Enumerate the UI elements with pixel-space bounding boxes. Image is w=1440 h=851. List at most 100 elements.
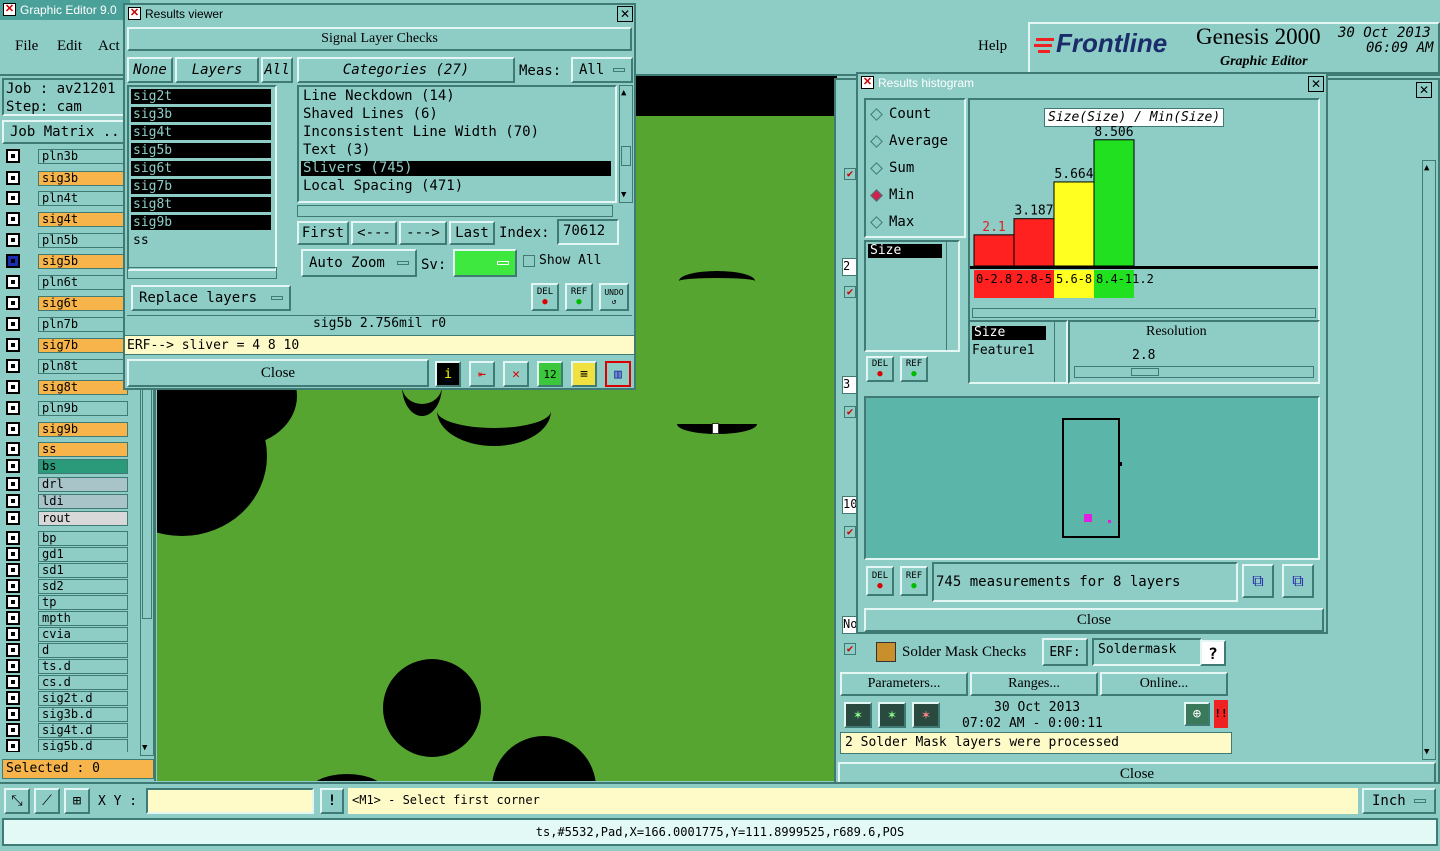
select-tool-icon[interactable]: ⤡ bbox=[4, 788, 30, 814]
layer-name[interactable]: pln5b bbox=[38, 232, 128, 248]
layer-name[interactable]: sig7b bbox=[38, 337, 128, 353]
layer-checkbox[interactable] bbox=[6, 579, 20, 593]
layer-checkbox[interactable] bbox=[6, 547, 20, 561]
category-hscroll[interactable] bbox=[297, 205, 613, 217]
layer-row[interactable]: tp bbox=[6, 594, 128, 610]
layer-row[interactable]: sig5b bbox=[6, 253, 128, 269]
layer-checkbox[interactable] bbox=[6, 643, 20, 657]
layer-checkbox[interactable] bbox=[6, 359, 20, 373]
layer-name[interactable]: pln7b bbox=[38, 316, 128, 332]
layer-row[interactable]: sig2t.d bbox=[6, 690, 128, 706]
layer-checkbox[interactable] bbox=[6, 401, 20, 415]
layer-checkbox[interactable] bbox=[6, 171, 20, 185]
layer-checkbox[interactable] bbox=[6, 191, 20, 205]
layer-row[interactable]: bs bbox=[6, 458, 128, 474]
resolution-slider[interactable] bbox=[1074, 366, 1314, 378]
layer-row[interactable]: pln7b bbox=[6, 316, 128, 332]
layer-row[interactable]: cvia bbox=[6, 626, 128, 642]
numbered-list-icon[interactable]: 12 bbox=[537, 361, 563, 387]
viewer-layer-item[interactable]: sig7b bbox=[131, 179, 271, 194]
layer-checkbox[interactable] bbox=[6, 338, 20, 352]
layer-name[interactable]: bp bbox=[38, 530, 128, 546]
layer-name[interactable]: sig3b.d bbox=[38, 706, 128, 722]
preview-ref-button[interactable]: REF ● bbox=[900, 566, 928, 596]
viewer-layer-item[interactable]: sig2t bbox=[131, 89, 271, 104]
layer-name[interactable]: sig3b bbox=[38, 170, 128, 186]
layer-name[interactable]: pln3b bbox=[38, 148, 128, 164]
category-item[interactable]: Text (3) bbox=[301, 143, 611, 158]
layer-row[interactable]: pln9b bbox=[6, 400, 128, 416]
viewer-layer-item[interactable]: sig8t bbox=[131, 197, 271, 212]
histogram-bar[interactable] bbox=[1053, 181, 1095, 267]
mode-radio-count[interactable]: Count bbox=[870, 106, 931, 122]
layer-checkbox[interactable] bbox=[6, 511, 20, 525]
report-icon[interactable]: ≡ bbox=[571, 361, 597, 387]
layer-row[interactable]: sig7b bbox=[6, 337, 128, 353]
category-vscroll[interactable]: ▲ ▼ bbox=[619, 85, 633, 203]
layer-checkbox[interactable] bbox=[6, 477, 20, 491]
layer-row[interactable]: rout bbox=[6, 510, 128, 526]
viewer-layer-item[interactable]: ss bbox=[131, 233, 271, 248]
units-dropdown[interactable]: Inch bbox=[1362, 788, 1436, 814]
layer-row[interactable]: sig4t.d bbox=[6, 722, 128, 738]
first-button[interactable]: First bbox=[297, 221, 349, 245]
report-icon[interactable]: ⧉ bbox=[1282, 564, 1314, 598]
sv-color-dropdown[interactable] bbox=[453, 249, 517, 277]
histogram-close-button[interactable]: Close bbox=[864, 608, 1324, 632]
layer-checkbox[interactable] bbox=[6, 691, 20, 705]
layer-name[interactable]: bs bbox=[38, 458, 128, 474]
zoom-icon[interactable]: ⊕ bbox=[1184, 702, 1210, 726]
meas-dropdown[interactable]: All bbox=[571, 57, 633, 83]
layer-checkbox[interactable] bbox=[6, 611, 20, 625]
layer-row[interactable]: bp bbox=[6, 530, 128, 546]
row-check-4[interactable]: ✔ bbox=[844, 526, 856, 538]
grid-tool-icon[interactable]: ⊞ bbox=[64, 788, 90, 814]
layer-name[interactable]: pln4t bbox=[38, 190, 128, 206]
viewer-layer-item[interactable]: sig3b bbox=[131, 107, 271, 122]
histogram-bar[interactable] bbox=[1013, 218, 1055, 267]
stop-icon[interactable]: ✶ bbox=[912, 702, 940, 728]
layer-checkbox[interactable] bbox=[6, 317, 20, 331]
layer-row[interactable]: sig4t bbox=[6, 211, 128, 227]
layer-checkbox[interactable] bbox=[6, 531, 20, 545]
replace-layers-dropdown[interactable]: Replace layers bbox=[131, 285, 291, 311]
layer-name[interactable]: ldi bbox=[38, 493, 128, 509]
layer-checkbox[interactable] bbox=[6, 563, 20, 577]
layer-checkbox[interactable] bbox=[6, 675, 20, 689]
undo-button[interactable]: UNDO ↺ bbox=[599, 283, 629, 311]
mode-radio-sum[interactable]: Sum bbox=[870, 160, 914, 176]
layer-row[interactable]: ts.d bbox=[6, 658, 128, 674]
layer-name[interactable]: gd1 bbox=[38, 546, 128, 562]
layers-tab[interactable]: Layers bbox=[175, 57, 259, 83]
viewer-layer-item[interactable]: sig6t bbox=[131, 161, 271, 176]
bang-button[interactable]: ! bbox=[320, 788, 344, 814]
layer-row[interactable]: sig8t bbox=[6, 379, 128, 395]
size-list-item[interactable]: Size bbox=[868, 244, 942, 258]
layer-name[interactable]: sig9b bbox=[38, 421, 128, 437]
layer-checkbox[interactable] bbox=[6, 459, 20, 473]
auto-zoom-dropdown[interactable]: Auto Zoom bbox=[301, 249, 417, 277]
histogram-close-x[interactable]: ✕ bbox=[1308, 76, 1324, 92]
all-button[interactable]: All bbox=[261, 57, 293, 83]
hist-ref-button[interactable]: REF ● bbox=[900, 356, 928, 382]
info-icon[interactable]: i bbox=[435, 361, 461, 387]
none-button[interactable]: None bbox=[127, 57, 173, 83]
clear-icon[interactable]: ✕ bbox=[503, 361, 529, 387]
mode-radio-min[interactable]: Min bbox=[870, 187, 914, 203]
layer-name[interactable]: drl bbox=[38, 476, 128, 492]
layer-row[interactable]: pln8t bbox=[6, 358, 128, 374]
row-check-1[interactable]: ✔ bbox=[844, 168, 856, 180]
histogram-bar[interactable] bbox=[973, 234, 1015, 267]
layer-row[interactable]: gd1 bbox=[6, 546, 128, 562]
menu-edit[interactable]: Edit bbox=[57, 38, 82, 55]
feature-list-item-size[interactable]: Size bbox=[972, 326, 1046, 340]
layer-row[interactable]: cs.d bbox=[6, 674, 128, 690]
viewer-layer-item[interactable]: sig9b bbox=[131, 215, 271, 230]
show-all-checkbox[interactable] bbox=[523, 255, 535, 267]
layer-name[interactable]: mpth bbox=[38, 610, 128, 626]
layer-checkbox[interactable] bbox=[6, 380, 20, 394]
layer-row[interactable]: pln3b bbox=[6, 148, 128, 164]
viewer-close-button[interactable]: Close bbox=[127, 359, 429, 387]
export-icon[interactable]: ⧉ bbox=[1242, 564, 1274, 598]
layer-checkbox[interactable] bbox=[6, 422, 20, 436]
